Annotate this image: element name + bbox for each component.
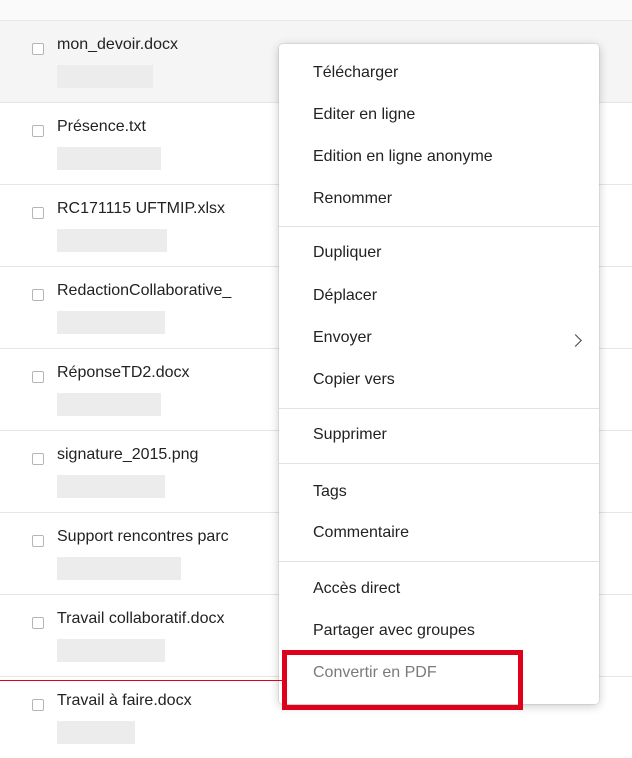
menu-item-share-with-groups[interactable]: Partager avec groupes xyxy=(313,622,475,640)
menu-item-copy-to[interactable]: Copier vers xyxy=(313,371,395,389)
menu-divider xyxy=(279,463,599,464)
menu-item-delete[interactable]: Supprimer xyxy=(313,426,387,444)
select-checkbox[interactable] xyxy=(32,371,44,383)
file-name[interactable]: RC171115 UFTMIP.xlsx xyxy=(57,200,225,218)
select-checkbox[interactable] xyxy=(32,453,44,465)
file-name[interactable]: Support rencontres parc xyxy=(57,528,229,546)
select-checkbox[interactable] xyxy=(32,699,44,711)
menu-divider xyxy=(279,226,599,227)
file-meta-placeholder xyxy=(57,65,153,88)
menu-item-move[interactable]: Déplacer xyxy=(313,287,377,305)
menu-item-duplicate[interactable]: Dupliquer xyxy=(313,244,381,262)
file-name[interactable]: Présence.txt xyxy=(57,118,146,136)
file-meta-placeholder xyxy=(57,229,167,252)
menu-item-tags[interactable]: Tags xyxy=(313,483,347,501)
menu-item-rename[interactable]: Renommer xyxy=(313,190,392,208)
file-name[interactable]: signature_2015.png xyxy=(57,446,198,464)
file-meta-placeholder xyxy=(57,147,161,170)
file-meta-placeholder xyxy=(57,557,181,580)
list-header-strip xyxy=(0,0,632,20)
annotation-pointer-line xyxy=(0,680,282,681)
file-meta-placeholder xyxy=(57,721,135,744)
select-checkbox[interactable] xyxy=(32,43,44,55)
file-meta-placeholder xyxy=(57,475,165,498)
menu-divider xyxy=(279,408,599,409)
file-name[interactable]: Travail collaboratif.docx xyxy=(57,610,224,628)
select-checkbox[interactable] xyxy=(32,535,44,547)
select-checkbox[interactable] xyxy=(32,125,44,137)
file-meta-placeholder xyxy=(57,393,161,416)
file-meta-placeholder xyxy=(57,311,165,334)
select-checkbox[interactable] xyxy=(32,617,44,629)
chevron-right-icon xyxy=(569,334,582,347)
menu-item-send[interactable]: Envoyer xyxy=(313,329,372,347)
annotation-highlight-box xyxy=(282,650,523,710)
select-checkbox[interactable] xyxy=(32,289,44,301)
file-name[interactable]: RéponseTD2.docx xyxy=(57,364,190,382)
file-context-menu: Télécharger Editer en ligne Edition en l… xyxy=(279,44,599,704)
menu-item-edit-online-anonymous[interactable]: Edition en ligne anonyme xyxy=(313,148,493,166)
file-name[interactable]: mon_devoir.docx xyxy=(57,36,178,54)
menu-item-download[interactable]: Télécharger xyxy=(313,64,398,82)
menu-item-direct-access[interactable]: Accès direct xyxy=(313,580,400,598)
select-checkbox[interactable] xyxy=(32,207,44,219)
file-meta-placeholder xyxy=(57,639,165,662)
menu-item-edit-online[interactable]: Editer en ligne xyxy=(313,106,415,124)
file-name[interactable]: RedactionCollaborative_ xyxy=(57,282,231,300)
file-name[interactable]: Travail à faire.docx xyxy=(57,692,192,710)
menu-item-comment[interactable]: Commentaire xyxy=(313,524,409,542)
menu-divider xyxy=(279,561,599,562)
